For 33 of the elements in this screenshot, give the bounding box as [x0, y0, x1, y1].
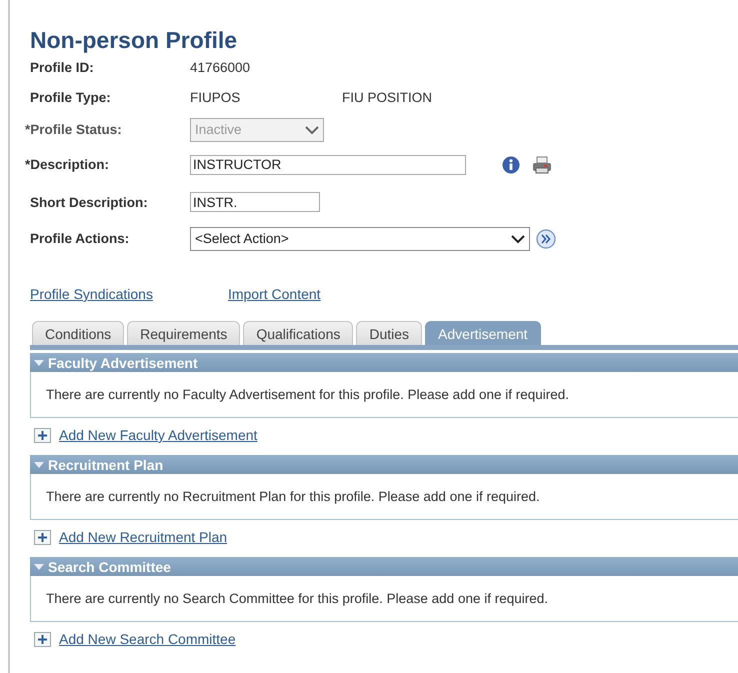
- link[interactable]: Add New Faculty Advertisement: [59, 427, 258, 443]
- dropdown[interactable]: <Select Action>: [190, 226, 530, 250]
- plus-icon[interactable]: [34, 632, 51, 646]
- field-label: Short Description:: [30, 194, 149, 210]
- link[interactable]: Import Content: [228, 286, 321, 318]
- printer-icon[interactable]: [532, 156, 552, 174]
- tab[interactable]: Qualifications: [243, 321, 354, 345]
- plus-icon[interactable]: [34, 428, 51, 442]
- field-value: FIU POSITION: [342, 90, 434, 105]
- tab[interactable]: Conditions: [32, 321, 124, 345]
- input-field[interactable]: INSTR.: [190, 192, 320, 212]
- caret-icon: [511, 234, 525, 244]
- message: There are currently no Search Committee for this profile. Please add one if required.: [46, 591, 548, 606]
- message: There are currently no Recruitment Plan for this profile. Please add one if required.: [46, 489, 540, 504]
- field-label: Profile Type:: [30, 90, 112, 105]
- field-label: Profile ID:: [30, 60, 95, 74]
- caret-icon: [305, 124, 319, 134]
- field-label: Profile Actions:: [30, 231, 130, 246]
- tab[interactable]: Requirements: [127, 321, 240, 345]
- link[interactable]: Profile Syndications: [30, 286, 153, 318]
- go-icon[interactable]: [536, 228, 556, 248]
- tab[interactable]: Duties: [356, 321, 422, 345]
- field-value: FIUPOS: [190, 90, 242, 105]
- link[interactable]: Add New Search Committee: [59, 631, 236, 647]
- plus-icon[interactable]: [34, 530, 51, 544]
- input-field[interactable]: INSTRUCTOR: [190, 154, 466, 174]
- field-value: 41766000: [190, 60, 252, 74]
- field-label: *Description:: [25, 157, 110, 172]
- link[interactable]: Add New Recruitment Plan: [59, 529, 228, 545]
- message: There are currently no Faculty Advertisement for this profile. Please add one if required.: [46, 387, 570, 402]
- field-label: *Profile Status:: [25, 122, 123, 137]
- page-title: Non-person Profile: [30, 26, 238, 52]
- info-icon[interactable]: [502, 156, 520, 174]
